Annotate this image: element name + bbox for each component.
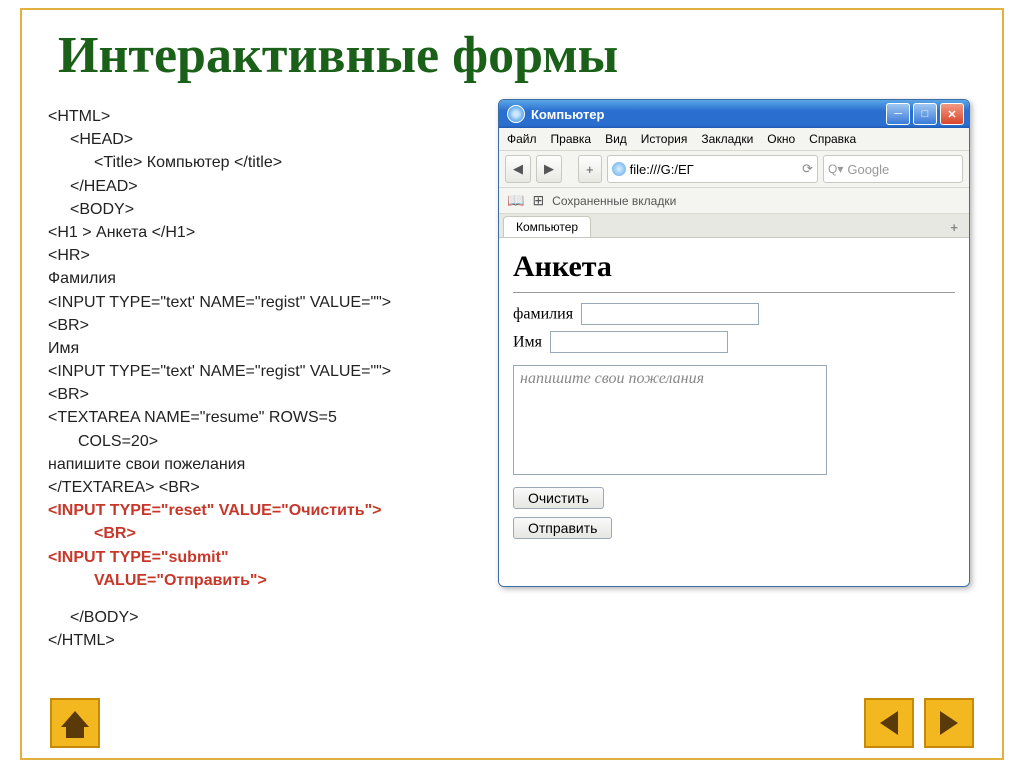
code-line: <BR> (48, 383, 478, 406)
bookmarks-label[interactable]: Сохраненные вкладки (552, 194, 676, 208)
wishes-textarea[interactable] (513, 365, 827, 475)
code-line-highlight: VALUE="Отправить"> (48, 569, 478, 592)
code-line-highlight: <BR> (48, 522, 478, 545)
surname-input[interactable] (581, 303, 759, 325)
reset-button[interactable]: Очистить (513, 487, 604, 509)
grid-icon: ⊞ (532, 192, 544, 209)
browser-window: Компьютер ─ □ ✕ Файл Правка Вид История … (498, 99, 970, 587)
bookmarks-bar: 📖 ⊞ Сохраненные вкладки (499, 188, 969, 214)
code-line-highlight: <INPUT TYPE="reset" VALUE="Очистить"> (48, 499, 478, 522)
code-line: </TEXTAREA> <BR> (48, 476, 478, 499)
globe-icon (507, 105, 525, 123)
search-icon: Q▾ (828, 162, 843, 176)
code-line: Имя (48, 337, 478, 360)
code-line-highlight: <INPUT TYPE="submit" (48, 546, 478, 569)
page-heading: Анкета (513, 250, 955, 284)
home-icon (61, 711, 89, 727)
code-line: <HTML> (48, 105, 478, 128)
name-label: Имя (513, 334, 542, 351)
code-line: <Title> Компьютер </title> (48, 151, 478, 174)
refresh-icon[interactable]: ⟳ (802, 161, 813, 177)
new-tab-button[interactable]: + (943, 218, 965, 237)
menu-window[interactable]: Окно (767, 132, 795, 146)
maximize-button[interactable]: □ (913, 103, 937, 125)
menu-bookmarks[interactable]: Закладки (701, 132, 753, 146)
arrow-left-icon (880, 711, 898, 735)
rendered-page: Анкета фамилия Имя Очистить Отправить (499, 238, 969, 586)
code-line: <HEAD> (48, 128, 478, 151)
code-line: </HTML> (48, 629, 478, 652)
forward-button[interactable]: ▶ (536, 155, 562, 183)
code-line: <BR> (48, 314, 478, 337)
home-icon-base (66, 726, 84, 738)
menu-file[interactable]: Файл (507, 132, 537, 146)
submit-button[interactable]: Отправить (513, 517, 612, 539)
menu-history[interactable]: История (641, 132, 688, 146)
nav-prev-button[interactable] (864, 698, 914, 748)
surname-label: фамилия (513, 306, 573, 323)
window-title: Компьютер (531, 107, 604, 122)
code-line: </BODY> (48, 606, 478, 629)
book-icon: 📖 (507, 192, 524, 209)
hr-divider (513, 292, 955, 293)
code-line: <H1 > Анкета </H1> (48, 221, 478, 244)
slide-title: Интерактивные формы (58, 26, 1006, 85)
tab-bar: Компьютер + (499, 214, 969, 238)
code-line: </HEAD> (48, 175, 478, 198)
nav-next-button[interactable] (924, 698, 974, 748)
minimize-button[interactable]: ─ (886, 103, 910, 125)
toolbar: ◀ ▶ + file:///G:/ЕГ ⟳ Q▾ Google (499, 151, 969, 188)
code-line: <INPUT TYPE="text' NAME="regist" VALUE="… (48, 291, 478, 314)
search-placeholder: Google (847, 162, 889, 177)
site-icon (612, 162, 626, 176)
name-input[interactable] (550, 331, 728, 353)
code-line: COLS=20> (48, 430, 478, 453)
menu-view[interactable]: Вид (605, 132, 627, 146)
url-text: file:///G:/ЕГ (630, 162, 694, 177)
code-line: <BODY> (48, 198, 478, 221)
menu-bar: Файл Правка Вид История Закладки Окно Сп… (499, 128, 969, 151)
code-line: <INPUT TYPE="text' NAME="regist" VALUE="… (48, 360, 478, 383)
code-listing: <HTML> <HEAD> <Title> Компьютер </title>… (48, 99, 478, 652)
code-line: <TEXTAREA NAME="resume" ROWS=5 (48, 406, 478, 429)
nav-home-button[interactable] (50, 698, 100, 748)
menu-help[interactable]: Справка (809, 132, 856, 146)
code-line: напишите свои пожелания (48, 453, 478, 476)
code-line: <HR> (48, 244, 478, 267)
code-line: Фамилия (48, 267, 478, 290)
back-button[interactable]: ◀ (505, 155, 531, 183)
search-box[interactable]: Q▾ Google (823, 155, 963, 183)
tab-computer[interactable]: Компьютер (503, 216, 591, 237)
add-button[interactable]: + (578, 155, 602, 183)
address-bar[interactable]: file:///G:/ЕГ ⟳ (607, 155, 818, 183)
close-button[interactable]: ✕ (940, 103, 964, 125)
arrow-right-icon (940, 711, 958, 735)
window-titlebar[interactable]: Компьютер ─ □ ✕ (499, 100, 969, 128)
menu-edit[interactable]: Правка (551, 132, 592, 146)
